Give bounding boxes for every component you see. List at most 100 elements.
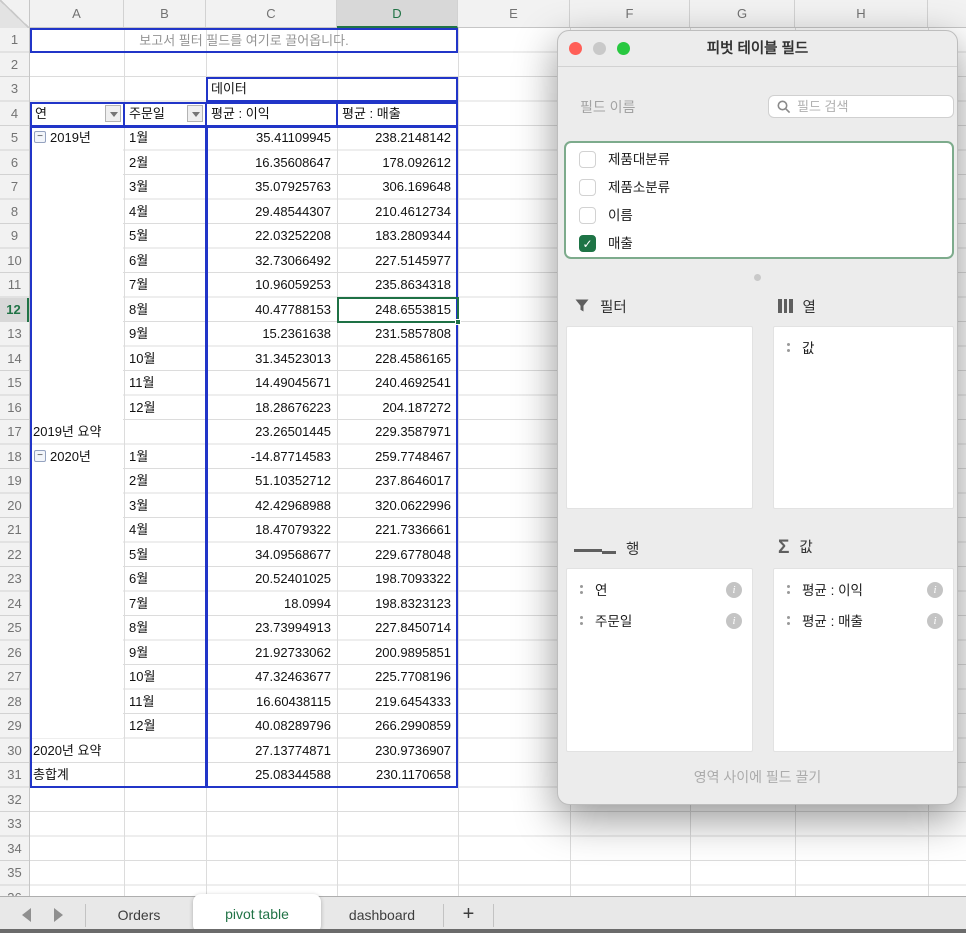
pivot-row-header-year[interactable]: 연 xyxy=(35,102,105,127)
row-header-6[interactable]: 6 xyxy=(0,151,29,176)
row-header-2[interactable]: 2 xyxy=(0,53,29,78)
column-header-G[interactable]: G xyxy=(690,0,795,27)
pivot-month-cell[interactable]: 6월 xyxy=(129,567,203,592)
pivot-sales-value[interactable]: 183.2809344 xyxy=(337,224,451,249)
pivot-sales-value[interactable]: 221.7336661 xyxy=(337,518,451,543)
collapse-outline-icon[interactable]: − xyxy=(34,131,46,144)
pivot-sales-value[interactable]: 231.5857808 xyxy=(337,322,451,347)
pivot-month-cell[interactable]: 5월 xyxy=(129,224,203,249)
pivot-sales-value[interactable]: 320.0622996 xyxy=(337,494,451,519)
row-header-4[interactable]: 4 xyxy=(0,102,29,127)
drag-handle-icon[interactable] xyxy=(580,585,583,597)
column-header-B[interactable]: B xyxy=(124,0,206,27)
pivot-summary-profit[interactable]: 27.13774871 xyxy=(206,739,331,764)
pivot-sales-value[interactable]: 227.8450714 xyxy=(337,616,451,641)
pivot-profit-value[interactable]: 40.47788153 xyxy=(206,298,331,323)
next-sheet-arrow-icon[interactable] xyxy=(54,908,63,922)
pivot-month-cell[interactable]: 1월 xyxy=(129,126,203,151)
pivot-grand-total-label[interactable]: 총합계 xyxy=(33,763,203,788)
pivot-sales-value[interactable]: 200.9895851 xyxy=(337,641,451,666)
pivot-year-summary-label[interactable]: 2019년 요약 xyxy=(33,420,203,445)
row-header-19[interactable]: 19 xyxy=(0,469,29,494)
pivot-month-cell[interactable]: 8월 xyxy=(129,298,203,323)
pivot-profit-value[interactable]: 42.42968988 xyxy=(206,494,331,519)
row-header-5[interactable]: 5 xyxy=(0,126,29,151)
pivot-summary-sales[interactable]: 229.3587971 xyxy=(337,420,451,445)
pivot-sales-value[interactable]: 198.8323123 xyxy=(337,592,451,617)
pivot-sales-value[interactable]: 229.6778048 xyxy=(337,543,451,568)
values-dropzone[interactable]: 평균 : 이익 i 평균 : 매출 i xyxy=(773,568,954,752)
checkbox-unchecked-icon[interactable] xyxy=(579,207,596,224)
collapse-outline-icon[interactable]: − xyxy=(34,449,46,462)
row-header-12[interactable]: 12 xyxy=(0,297,29,322)
list-resize-handle[interactable] xyxy=(754,274,761,281)
checkbox-unchecked-icon[interactable] xyxy=(579,179,596,196)
pivot-profit-value[interactable]: 18.47079322 xyxy=(206,518,331,543)
column-header-A[interactable]: A xyxy=(30,0,124,27)
pivot-sales-value[interactable]: 178.092612 xyxy=(337,151,451,176)
pivot-sales-value[interactable]: 237.8646017 xyxy=(337,469,451,494)
checkbox-unchecked-icon[interactable] xyxy=(579,151,596,168)
pivot-profit-value[interactable]: 32.73066492 xyxy=(206,249,331,274)
info-icon[interactable]: i xyxy=(927,582,943,598)
pivot-profit-value[interactable]: 21.92733062 xyxy=(206,641,331,666)
selected-cell-outline[interactable] xyxy=(336,296,461,325)
pivot-month-cell[interactable]: 9월 xyxy=(129,322,203,347)
pivot-year-summary-label[interactable]: 2020년 요약 xyxy=(33,739,203,764)
pivot-profit-value[interactable]: 15.2361638 xyxy=(206,322,331,347)
pivot-sales-value[interactable]: 228.4586165 xyxy=(337,347,451,372)
sheet-tab-dashboard[interactable]: dashboard xyxy=(322,897,442,933)
column-header-D[interactable]: D xyxy=(337,0,458,28)
info-icon[interactable]: i xyxy=(927,613,943,629)
row-header-16[interactable]: 16 xyxy=(0,396,29,421)
pivot-profit-value[interactable]: 47.32463677 xyxy=(206,665,331,690)
pivot-month-cell[interactable]: 2월 xyxy=(129,469,203,494)
row-header-9[interactable]: 9 xyxy=(0,224,29,249)
pivot-sales-value[interactable]: 198.7093322 xyxy=(337,567,451,592)
row-header-35[interactable]: 35 xyxy=(0,861,29,886)
row-header-24[interactable]: 24 xyxy=(0,592,29,617)
pivot-month-cell[interactable]: 10월 xyxy=(129,665,203,690)
pivot-grand-total-profit[interactable]: 25.08344588 xyxy=(206,763,331,788)
drag-handle-icon[interactable] xyxy=(787,585,790,597)
pivot-sales-value[interactable]: 227.5145977 xyxy=(337,249,451,274)
row-header-1[interactable]: 1 xyxy=(0,28,29,53)
pivot-month-cell[interactable]: 3월 xyxy=(129,494,203,519)
row-header-10[interactable]: 10 xyxy=(0,249,29,274)
field-item-이름[interactable]: 이름 xyxy=(566,202,952,230)
column-header-C[interactable]: C xyxy=(206,0,337,27)
rows-dropzone[interactable]: 연 i 주문일 i xyxy=(566,568,753,752)
pivot-sales-value[interactable]: 235.8634318 xyxy=(337,273,451,298)
area-item-연[interactable]: 연i xyxy=(567,575,752,606)
filters-dropzone[interactable] xyxy=(566,326,753,509)
pivot-summary-sales[interactable]: 230.9736907 xyxy=(337,739,451,764)
row-header-15[interactable]: 15 xyxy=(0,371,29,396)
row-header-30[interactable]: 30 xyxy=(0,739,29,764)
drag-handle-icon[interactable] xyxy=(580,616,583,628)
pivot-profit-value[interactable]: 34.09568677 xyxy=(206,543,331,568)
pivot-month-cell[interactable]: 2월 xyxy=(129,151,203,176)
pivot-sales-value[interactable]: 259.7748467 xyxy=(337,445,451,470)
row-header-33[interactable]: 33 xyxy=(0,812,29,837)
drag-handle-icon[interactable] xyxy=(787,343,790,355)
pivot-data-header[interactable]: 데이터 xyxy=(211,77,331,102)
field-list[interactable]: 제품대분류 제품소분류 이름 ✓ 매출 xyxy=(564,141,954,259)
add-sheet-button[interactable]: + xyxy=(444,897,493,933)
orderdate-filter-dropdown-icon[interactable] xyxy=(187,105,203,122)
pivot-profit-value[interactable]: 22.03252208 xyxy=(206,224,331,249)
row-header-21[interactable]: 21 xyxy=(0,518,29,543)
row-header-23[interactable]: 23 xyxy=(0,567,29,592)
pivot-month-cell[interactable]: 1월 xyxy=(129,445,203,470)
pivot-year-cell[interactable]: −2019년 xyxy=(34,126,122,151)
row-header-29[interactable]: 29 xyxy=(0,714,29,739)
row-header-18[interactable]: 18 xyxy=(0,445,29,470)
pivot-month-cell[interactable]: 7월 xyxy=(129,273,203,298)
info-icon[interactable]: i xyxy=(726,582,742,598)
field-item-제품소분류[interactable]: 제품소분류 xyxy=(566,174,952,202)
row-header-14[interactable]: 14 xyxy=(0,347,29,372)
pivot-summary-profit[interactable]: 23.26501445 xyxy=(206,420,331,445)
field-item-매출[interactable]: ✓ 매출 xyxy=(566,230,952,257)
row-header-13[interactable]: 13 xyxy=(0,322,29,347)
pivot-month-cell[interactable]: 11월 xyxy=(129,371,203,396)
field-item-제품대분류[interactable]: 제품대분류 xyxy=(566,146,952,174)
